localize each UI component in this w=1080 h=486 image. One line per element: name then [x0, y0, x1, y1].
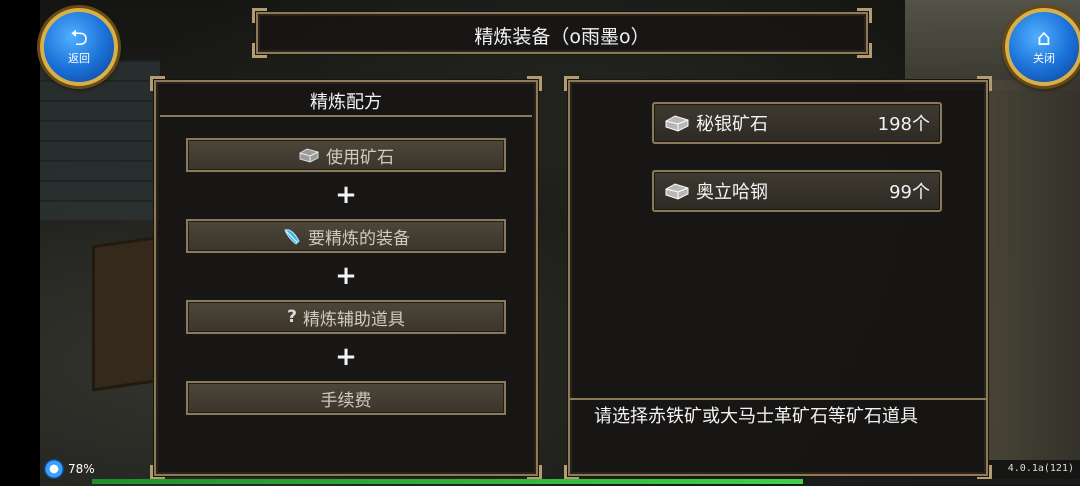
- material-quantity: 99个: [889, 182, 930, 203]
- fee-slot[interactable]: 手续费: [186, 381, 506, 415]
- divider: [570, 398, 986, 400]
- material-item[interactable]: 秘银矿石 198个: [652, 102, 942, 144]
- recipe-panel: 精炼配方 使用矿石 + 要精炼的装备 + ? 精炼辅助道具 + 手续费: [150, 76, 542, 480]
- battery-icon: [44, 459, 64, 479]
- material-item[interactable]: 奥立哈钢 99个: [652, 170, 942, 212]
- material-name: 秘银矿石: [696, 114, 768, 135]
- version-label: 4.0.1a(121): [1007, 463, 1074, 474]
- fee-slot-label: 手续费: [320, 390, 372, 411]
- recipe-heading: 精炼配方: [310, 92, 382, 113]
- back-button[interactable]: ⮌ 返回: [40, 8, 118, 86]
- ore-icon: [664, 182, 690, 200]
- divider: [160, 115, 532, 117]
- back-button-label: 返回: [68, 52, 90, 65]
- question-icon: ?: [287, 307, 297, 327]
- home-icon: ⌂: [1037, 26, 1051, 51]
- title-bar: 精炼装备（o雨墨o）: [252, 8, 872, 58]
- battery-percent: 78%: [68, 462, 95, 476]
- ore-slot[interactable]: 使用矿石: [186, 138, 506, 172]
- experience-bar: [92, 479, 1080, 484]
- ore-icon: [298, 147, 320, 163]
- back-arrow-icon: ⮌: [70, 26, 88, 51]
- auxiliary-item-slot[interactable]: ? 精炼辅助道具: [186, 300, 506, 334]
- plus-sign: +: [335, 342, 357, 372]
- close-button[interactable]: ⌂ 关闭: [1005, 8, 1080, 86]
- experience-bar-fill: [92, 479, 804, 484]
- battery-status: 78%: [44, 459, 95, 479]
- equipment-slot-label: 要精炼的装备: [308, 228, 410, 249]
- equipment-slot[interactable]: 要精炼的装备: [186, 219, 506, 253]
- feather-icon: [282, 226, 302, 246]
- ore-icon: [664, 114, 690, 132]
- close-button-label: 关闭: [1033, 52, 1055, 65]
- hint-text: 请选择赤铁矿或大马士革矿石等矿石道具: [594, 406, 918, 427]
- plus-sign: +: [335, 261, 357, 291]
- material-quantity: 198个: [877, 114, 930, 135]
- auxiliary-item-slot-label: 精炼辅助道具: [302, 309, 405, 330]
- window-title: 精炼装备（o雨墨o）: [474, 26, 650, 48]
- material-name: 奥立哈钢: [696, 182, 768, 203]
- ore-slot-label: 使用矿石: [326, 147, 394, 168]
- plus-sign: +: [335, 180, 357, 210]
- materials-panel: 秘银矿石 198个 奥立哈钢 99个 请选择赤铁矿或大马士革矿石等矿石道具: [564, 76, 992, 480]
